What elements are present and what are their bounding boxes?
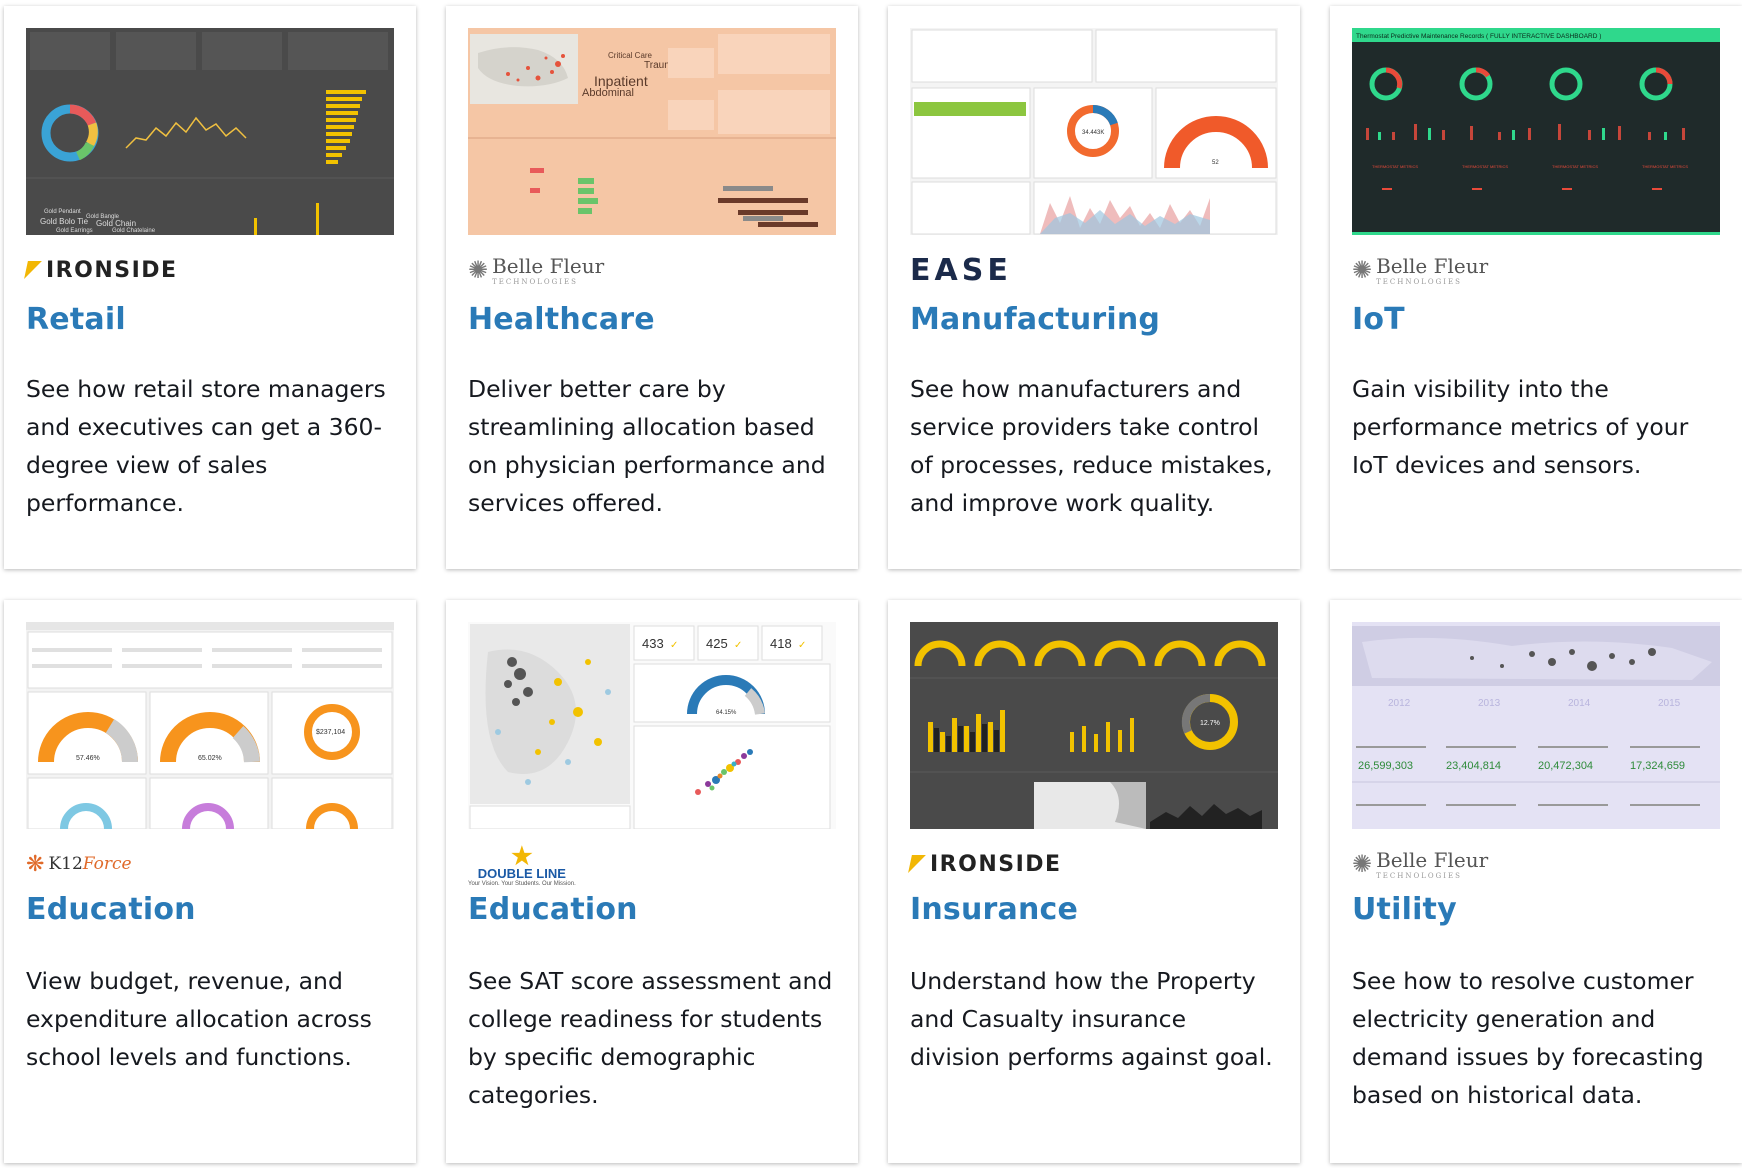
card-description: Understand how the Property and Casualty… [910,967,1273,1071]
card-education-k12force[interactable]: 57.46% 65.02% $237,104 ❋ K12 Force Educati… [4,600,416,1163]
k12force-logo: ❋ K12 Force [26,851,132,877]
svg-text:Gold Earrings: Gold Earrings [56,228,93,234]
flower-icon: ❋ [26,851,45,877]
svg-text:Critical Care: Critical Care [608,51,653,60]
card-description: See how retail store managers and execut… [26,375,386,517]
insurance-dashboard-thumbnail[interactable]: 12.7% [910,622,1278,829]
gear-icon: ✺ [1352,256,1373,284]
card-description: See SAT score assessment and college rea… [468,967,833,1109]
svg-text:2014: 2014 [1568,698,1591,709]
svg-text:✓: ✓ [798,640,806,651]
retail-dashboard-thumbnail[interactable]: Gold PendantGold Bangle Gold Bolo Tie Gol… [26,28,394,235]
card-retail[interactable]: Gold Pendant Gold Bangle Gold Bolo Tie Gol… [4,6,416,569]
gear-icon: ✺ [1352,850,1373,878]
card-title[interactable]: Manufacturing [910,302,1160,337]
svg-text:20,472,304: 20,472,304 [1538,760,1593,772]
svg-text:Gold Chain: Gold Chain [96,219,136,228]
svg-text:12.7%: 12.7% [1200,720,1220,727]
card-description: Gain visibility into the performance met… [1352,375,1689,479]
svg-text:26,599,303: 26,599,303 [1358,760,1413,772]
card-education-doubleline[interactable]: 433 425 418 ✓ ✓ ✓ 64.15% ★ DOUBLE LINE Your … [446,600,858,1163]
svg-text:THERMOSTAT METRICS: THERMOSTAT METRICS [1642,164,1688,169]
utility-dashboard-thumbnail[interactable]: 2012 2013 2014 2015 26,599,303 23,404,814 2… [1352,622,1720,829]
card-description: See how to resolve customer electricity … [1352,967,1704,1109]
card-title[interactable]: Education [468,892,638,927]
card-utility[interactable]: 2012 2013 2014 2015 26,599,303 23,404,814 2… [1330,600,1742,1163]
ease-logo: EASE [910,252,1012,288]
card-title[interactable]: IoT [1352,302,1405,337]
ironside-logo: IRONSIDE [908,848,1062,880]
svg-text:64.15%: 64.15% [716,710,737,716]
card-healthcare[interactable]: Critical Care Trauma Inpatient Abdominal… [446,6,858,569]
svg-text:425: 425 [706,636,728,651]
svg-text:Gold Pendant: Gold Pendant [44,209,81,215]
card-title[interactable]: Healthcare [468,302,655,337]
svg-text:418: 418 [770,636,792,651]
belle-fleur-logo: ✺ Belle Fleur TECHNOLOGIES [468,254,605,286]
card-insurance[interactable]: 12.7% IRONSIDE Insurance Understand how … [888,600,1300,1163]
svg-text:$237,104: $237,104 [316,729,345,736]
belle-fleur-logo: ✺ Belle Fleur TECHNOLOGIES [1352,848,1489,880]
svg-text:THERMOSTAT METRICS: THERMOSTAT METRICS [1372,164,1418,169]
card-description: See how manufacturers and service provid… [910,375,1273,517]
card-manufacturing[interactable]: 34.443K 52 EASE Manufacturing See how ma… [888,6,1300,569]
svg-text:Thermostat Predictive Maintena: Thermostat Predictive Maintenance Record… [1356,33,1601,40]
svg-text:433: 433 [642,636,664,651]
iot-dashboard-thumbnail[interactable]: Thermostat Predictive Maintenance Record… [1352,28,1720,235]
svg-text:2015: 2015 [1658,698,1681,709]
svg-text:57.46%: 57.46% [76,755,100,762]
svg-text:17,324,659: 17,324,659 [1630,760,1685,772]
gear-icon: ✺ [468,256,489,284]
sat-dashboard-thumbnail[interactable]: 433 425 418 ✓ ✓ ✓ 64.15% [468,622,836,829]
svg-text:✓: ✓ [670,640,678,651]
svg-text:23,404,814: 23,404,814 [1446,760,1501,772]
svg-text:✓: ✓ [734,640,742,651]
svg-text:2012: 2012 [1388,698,1411,709]
svg-text:THERMOSTAT METRICS: THERMOSTAT METRICS [1552,164,1598,169]
card-title[interactable]: Utility [1352,892,1457,927]
card-title[interactable]: Education [26,892,196,927]
svg-text:2013: 2013 [1478,698,1501,709]
svg-text:65.02%: 65.02% [198,755,222,762]
svg-text:Gold Bolo Tie: Gold Bolo Tie [40,217,89,226]
card-title[interactable]: Retail [26,302,126,337]
card-description: View budget, revenue, and expenditure al… [26,967,372,1071]
manufacturing-dashboard-thumbnail[interactable]: 34.443K 52 [910,28,1278,235]
svg-text:Gold Chatelaine: Gold Chatelaine [112,228,156,234]
svg-text:THERMOSTAT METRICS: THERMOSTAT METRICS [1462,164,1508,169]
card-description: Deliver better care by streamlining allo… [468,375,826,517]
ironside-logo: IRONSIDE [24,254,178,286]
double-line-logo: ★ DOUBLE LINE Your Vision. Your Students. … [468,843,576,888]
card-iot[interactable]: Thermostat Predictive Maintenance Record… [1330,6,1742,569]
svg-text:34.443K: 34.443K [1082,130,1104,136]
education-budget-dashboard-thumbnail[interactable]: 57.46% 65.02% $237,104 [26,622,394,829]
belle-fleur-logo: ✺ Belle Fleur TECHNOLOGIES [1352,254,1489,286]
star-icon: ★ [511,843,533,870]
svg-text:Abdominal: Abdominal [582,87,634,99]
healthcare-dashboard-thumbnail[interactable]: Critical Care Trauma Inpatient Abdominal [468,28,836,235]
svg-text:52: 52 [1212,160,1219,166]
card-title[interactable]: Insurance [910,892,1078,927]
